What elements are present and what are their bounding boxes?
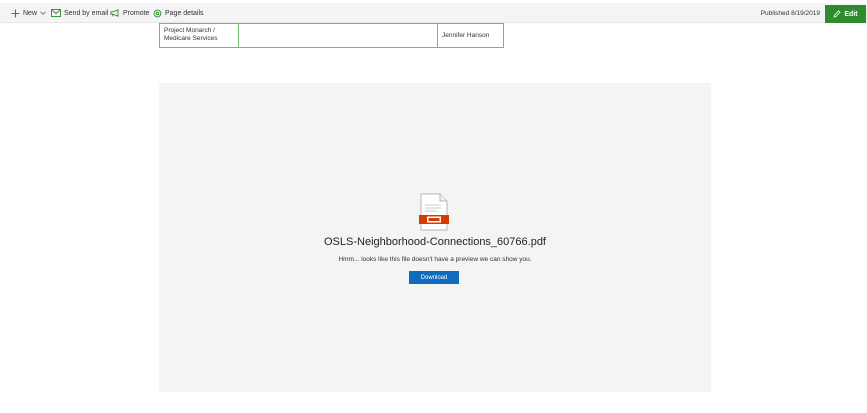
plus-icon	[10, 8, 20, 18]
command-bar: New Send by email Promote Page details P…	[0, 3, 867, 23]
promote-label: Promote	[123, 9, 150, 17]
edit-button[interactable]: Edit	[825, 5, 866, 23]
table-cell: Project Monarch / Medicare Services	[160, 24, 239, 47]
download-button[interactable]: Download	[409, 271, 459, 284]
table-cell: Jennifer Hanson	[442, 31, 490, 39]
content-table: Project Monarch / Medicare Services Jenn…	[159, 23, 504, 48]
megaphone-icon	[110, 8, 120, 18]
send-by-email-label: Send by email	[64, 9, 109, 17]
pdf-file-icon	[418, 193, 450, 231]
promote-button[interactable]: Promote	[110, 3, 149, 23]
published-status: Published 8/19/2019	[760, 9, 820, 17]
no-preview-message: Hmm... looks like this file doesn't have…	[338, 256, 532, 263]
chevron-down-icon[interactable]	[40, 10, 46, 16]
table-cell	[239, 24, 438, 47]
edit-label: Edit	[844, 10, 858, 18]
file-name: OSLS-Neighborhood-Connections_60766.pdf	[324, 236, 546, 248]
file-preview-panel: OSLS-Neighborhood-Connections_60766.pdf …	[159, 83, 711, 392]
send-by-email-button[interactable]: Send by email	[51, 3, 108, 23]
gear-icon	[152, 8, 162, 18]
page-details-label: Page details	[165, 9, 204, 17]
page-details-button[interactable]: Page details	[152, 3, 204, 23]
mail-icon	[51, 8, 61, 18]
pencil-icon	[833, 10, 841, 18]
new-label: New	[23, 9, 38, 17]
new-button[interactable]: New	[10, 3, 46, 23]
